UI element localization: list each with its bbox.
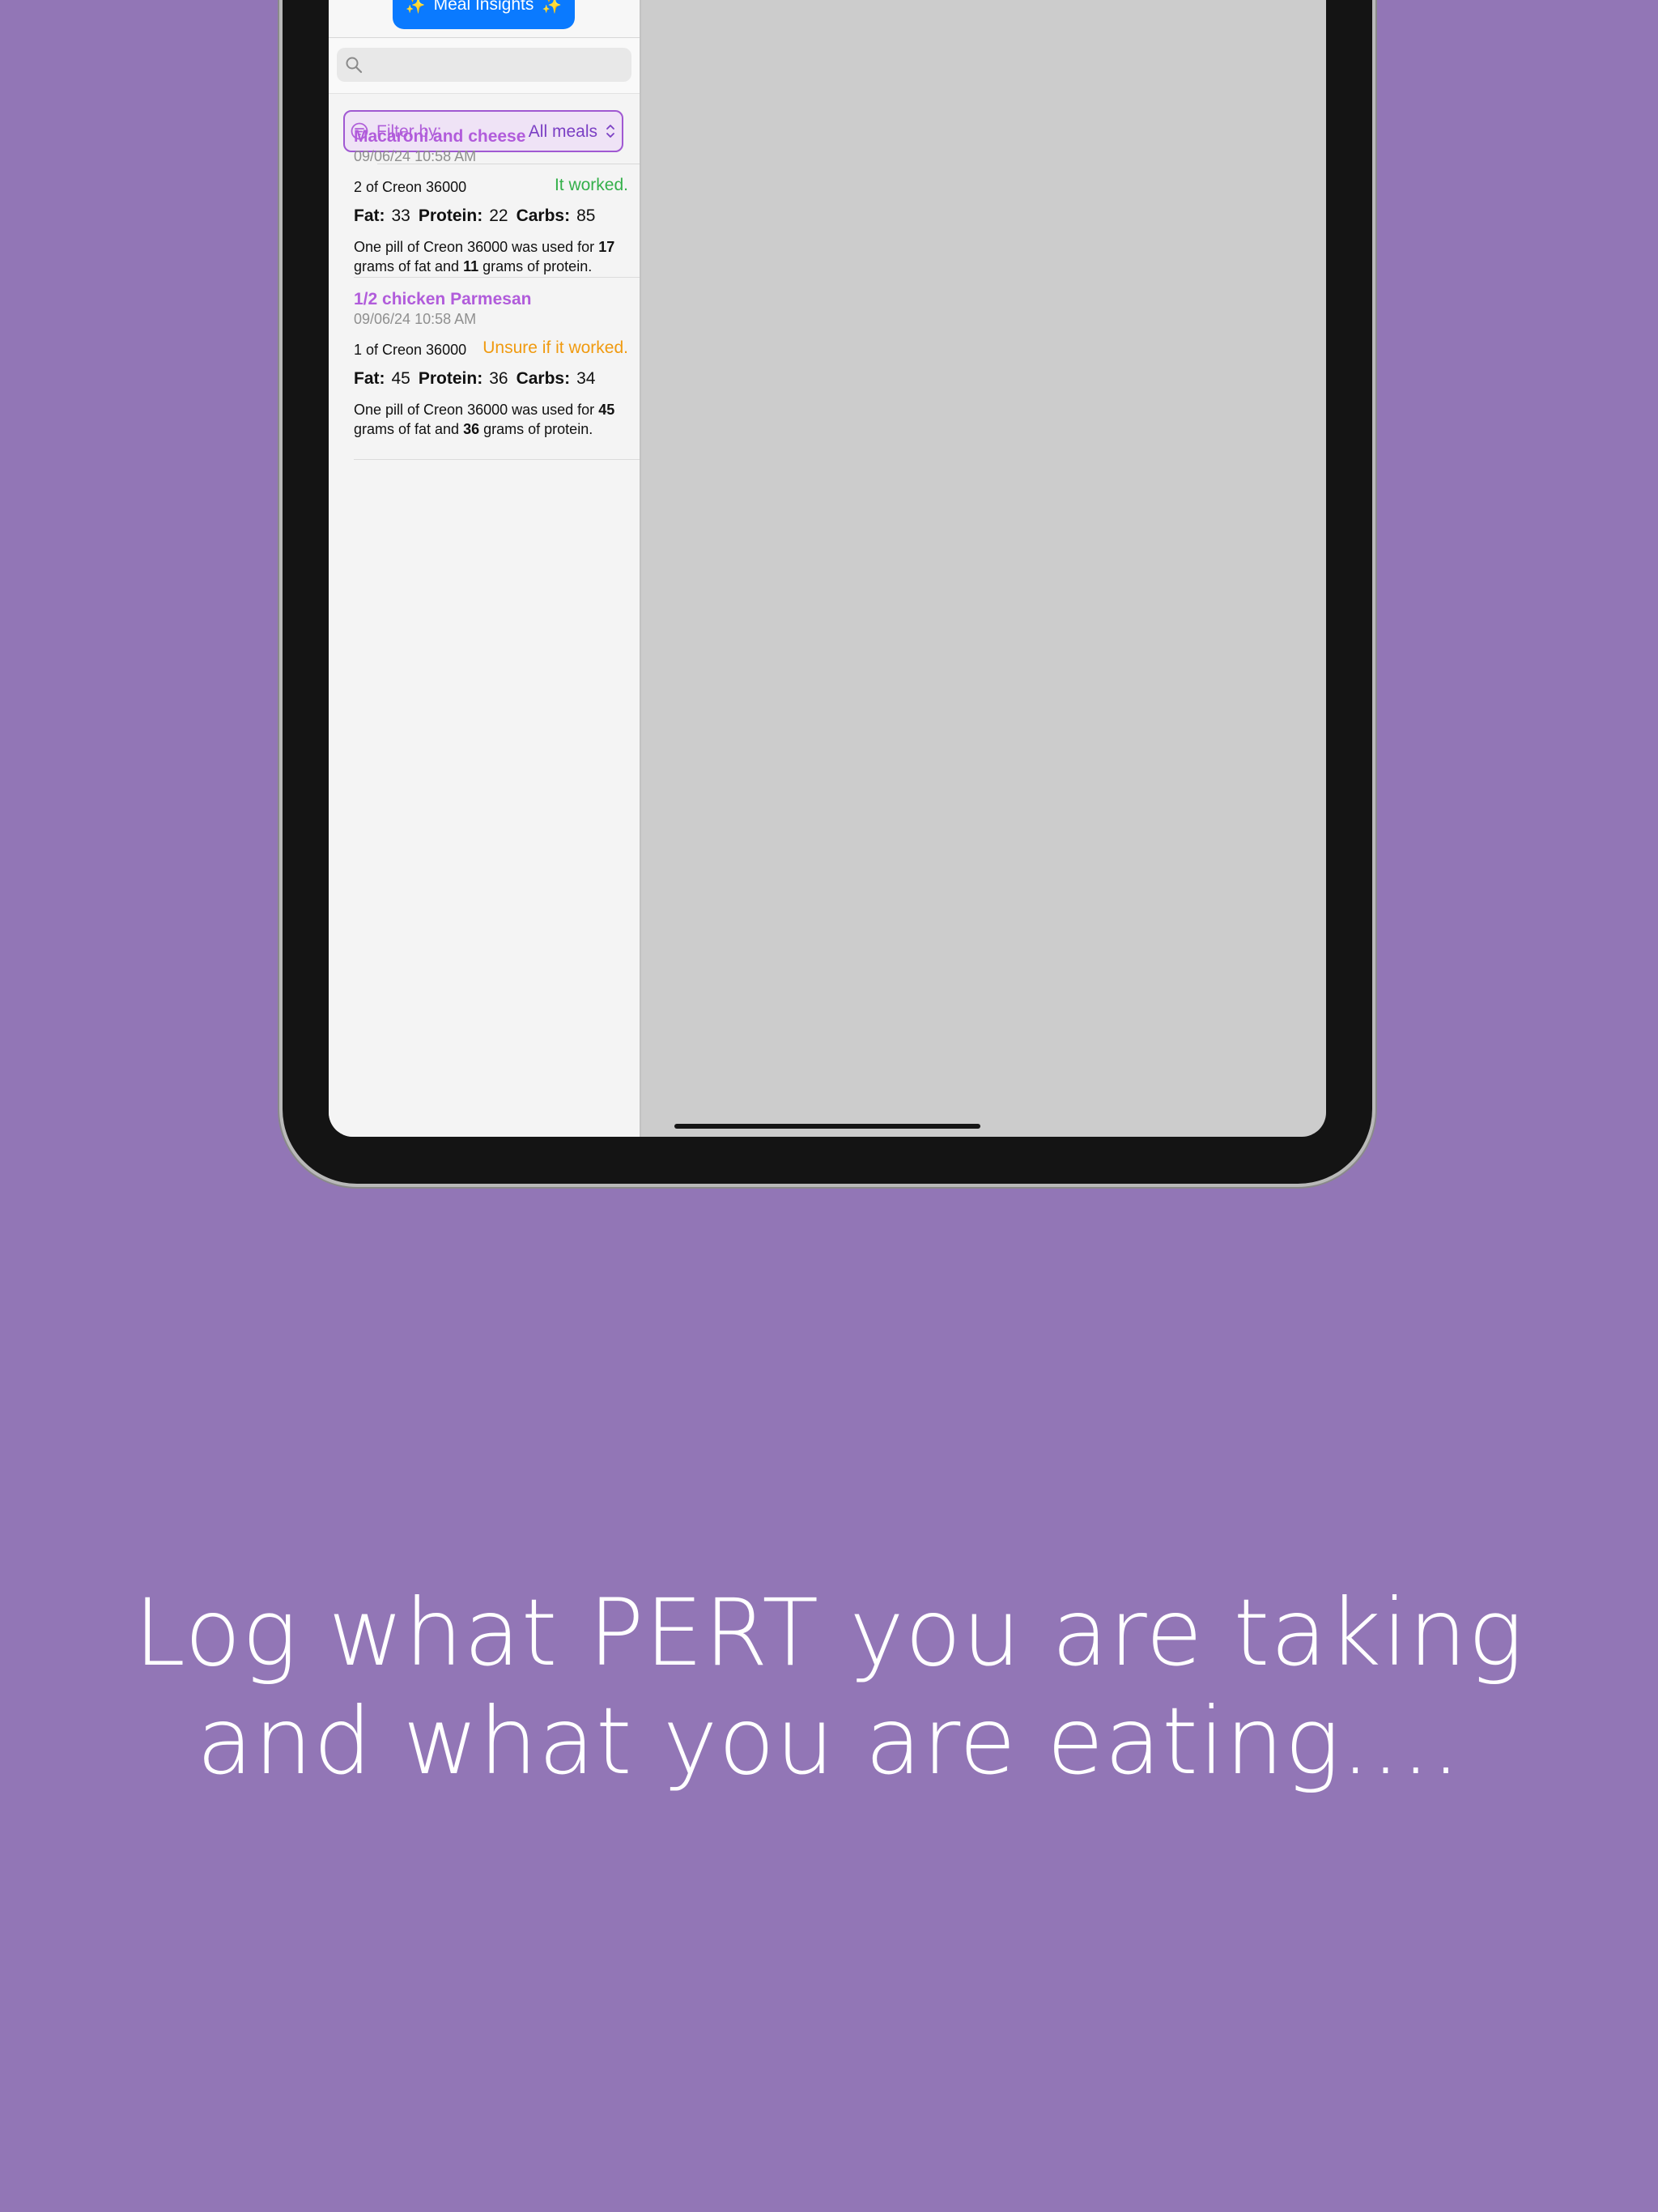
note-fat: 45: [598, 402, 615, 418]
sidebar-toolbar: ✨ Meal Insights ✨: [329, 0, 640, 38]
sparkles-icon: ✨: [405, 0, 426, 15]
carbs-label: Carbs:: [516, 369, 571, 388]
meal-pill-row: 2 of Creon 36000 It worked.: [354, 176, 640, 203]
search-row: [329, 38, 640, 94]
protein-label: Protein:: [418, 369, 483, 388]
meal-insights-label: Meal Insights: [433, 0, 534, 14]
fat-label: Fat:: [354, 206, 385, 225]
dose-note: One pill of Creon 36000 was used for 45 …: [354, 400, 629, 439]
status-text: Unsure if it worked.: [483, 338, 628, 357]
home-indicator[interactable]: [674, 1124, 980, 1129]
meal-name: Macaroni and cheese: [354, 127, 526, 146]
pill-count: 2 of Creon 36000: [354, 179, 467, 195]
protein-value: 22: [489, 206, 508, 225]
macros-row: Fat: 33 Protein: 22 Carbs: 85: [354, 206, 640, 234]
meal-list-sidebar: ✨ Meal Insights ✨ Filter by: All meals M…: [329, 0, 641, 1137]
note-fat: 17: [598, 239, 615, 255]
fat-value: 33: [391, 206, 410, 225]
meal-insights-button[interactable]: ✨ Meal Insights ✨: [393, 0, 575, 29]
protein-value: 36: [489, 369, 508, 388]
meal-date: 09/06/24 10:58 AM: [354, 148, 477, 164]
note-middle: grams of fat and: [354, 258, 460, 274]
note-suffix: grams of protein.: [483, 258, 593, 274]
note-protein: 36: [463, 421, 480, 437]
meal-name: 1/2 chicken Parmesan: [354, 290, 532, 308]
fat-value: 45: [391, 369, 410, 388]
dose-note: One pill of Creon 36000 was used for 17 …: [354, 237, 629, 276]
note-prefix: One pill of Creon 36000 was used for: [354, 402, 595, 418]
note-middle: grams of fat and: [354, 421, 460, 437]
headline-line-2: and what you are eating....: [196, 1687, 1462, 1795]
carbs-label: Carbs:: [516, 206, 571, 225]
meal-entry-2[interactable]: 1/2 chicken Parmesan 09/06/24 10:58 AM 1…: [354, 290, 640, 439]
protein-label: Protein:: [418, 206, 483, 225]
carbs-value: 34: [576, 369, 596, 388]
meal-date: 09/06/24 10:58 AM: [354, 311, 477, 327]
carbs-value: 85: [576, 206, 596, 225]
divider: [354, 459, 640, 460]
pill-count: 1 of Creon 36000: [354, 342, 467, 358]
meal-entry-1[interactable]: Macaroni and cheese 09/06/24 10:58 AM 2 …: [354, 127, 640, 276]
status-text: It worked.: [554, 176, 628, 194]
ipad-frame: ✨ Meal Insights ✨ Filter by: All meals M…: [283, 0, 1372, 1184]
meal-pill-row: 1 of Creon 36000 Unsure if it worked.: [354, 338, 640, 366]
sparkles-icon: ✨: [542, 0, 563, 15]
marketing-headline: Log what PERT you are taking and what yo…: [0, 1579, 1658, 1796]
ipad-screen: ✨ Meal Insights ✨ Filter by: All meals M…: [329, 0, 1326, 1137]
search-input[interactable]: [337, 48, 631, 82]
note-suffix: grams of protein.: [483, 421, 593, 437]
divider: [354, 277, 640, 278]
magnifying-glass-icon: [346, 57, 363, 74]
note-protein: 11: [463, 258, 479, 274]
headline-line-1: Log what PERT you are taking: [134, 1579, 1524, 1687]
note-prefix: One pill of Creon 36000 was used for: [354, 239, 595, 255]
macros-row: Fat: 45 Protein: 36 Carbs: 34: [354, 369, 640, 397]
fat-label: Fat:: [354, 369, 385, 388]
